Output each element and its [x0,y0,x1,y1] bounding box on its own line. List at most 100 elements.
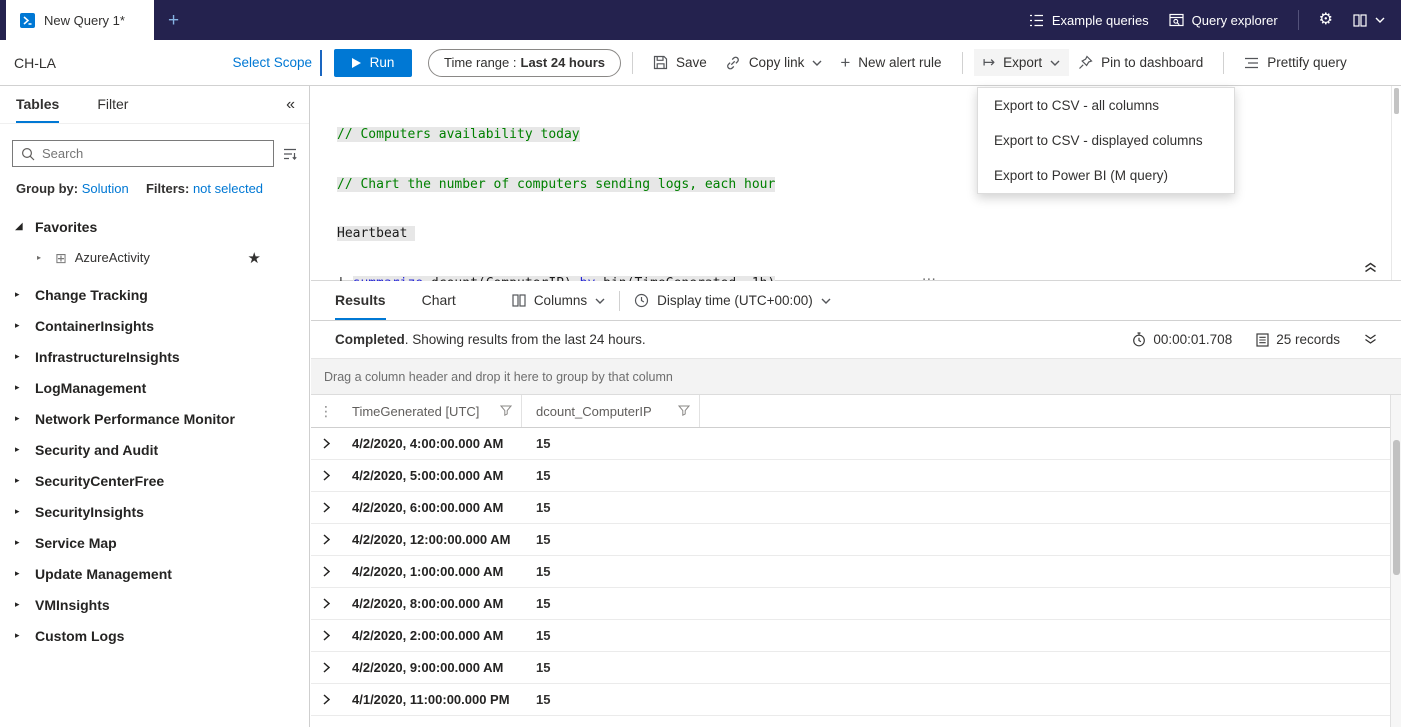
group-by-value-link[interactable]: Solution [82,181,129,196]
prettify-query-button[interactable]: Prettify query [1235,49,1356,76]
expand-row-icon[interactable] [323,566,330,577]
filter-funnel-icon[interactable] [500,404,512,419]
pin-to-dashboard-button[interactable]: Pin to dashboard [1069,49,1212,76]
select-scope-link[interactable]: Select Scope [232,55,312,70]
tree-item-group[interactable]: ▸InfrastructureInsights [0,341,309,372]
query-explorer-icon [1169,13,1184,27]
expand-row-icon[interactable] [323,534,330,545]
caret-collapsed-icon: ▸ [15,630,25,641]
tree-item-group[interactable]: ▸ContainerInsights [0,310,309,341]
caret-collapsed-icon: ▸ [15,351,25,362]
collapse-editor-icon[interactable] [1364,262,1377,273]
menu-item-export-csv-displayed[interactable]: Export to CSV - displayed columns [978,123,1234,158]
tree-item-group[interactable]: ▸Security and Audit [0,434,309,465]
collapse-sidebar-icon[interactable]: « [286,86,295,123]
export-button[interactable]: ↦ Export [974,49,1070,76]
copy-link-button[interactable]: Copy link [716,49,832,77]
columns-button[interactable]: Columns [512,281,605,320]
expand-row-icon[interactable] [323,470,330,481]
query-explorer-button[interactable]: Query explorer [1169,13,1278,28]
table-row[interactable]: 4/2/2020, 4:00:00.000 AM 15 [311,428,1390,460]
expand-row-icon[interactable] [323,662,330,673]
layout-columns-button[interactable] [1353,14,1385,27]
tab-chart[interactable]: Chart [422,281,456,320]
top-tab-bar: New Query 1* + Example queries Query exp… [0,0,1401,40]
tree-item-azureactivity[interactable]: ▸ ⊞ AzureActivity ★ [0,242,309,273]
filters-label: Filters: [146,181,189,196]
expand-row-icon[interactable] [323,438,330,449]
tree-item-group[interactable]: ▸Change Tracking [0,279,309,310]
filter-funnel-icon[interactable] [678,404,690,419]
tree-item-group[interactable]: ▸VMInsights [0,589,309,620]
save-label: Save [676,55,707,70]
expand-row-icon[interactable] [323,598,330,609]
scrollbar-thumb[interactable] [1393,440,1400,575]
splitter-handle[interactable]: … [921,267,938,284]
tab-tables[interactable]: Tables [16,86,59,123]
tree-item-favorites[interactable]: ◢ Favorites [0,211,309,242]
time-range-button[interactable]: Time range : Last 24 hours [428,49,621,77]
record-count: 25 records [1256,332,1340,347]
prettify-label: Prettify query [1267,55,1347,70]
status-message: . Showing results from the last 24 hours… [405,332,646,347]
group-by-row: Group by: Solution Filters: not selected [16,181,293,199]
tab-results[interactable]: Results [335,281,386,320]
menu-item-export-csv-all[interactable]: Export to CSV - all columns [978,88,1234,123]
tree-item-group[interactable]: ▸LogManagement [0,372,309,403]
expand-row-icon[interactable] [323,630,330,641]
table-row[interactable]: 4/2/2020, 2:00:00.000 AM 15 [311,620,1390,652]
caret-collapsed-icon: ▸ [15,506,25,517]
table-row[interactable]: 4/2/2020, 8:00:00.000 AM 15 [311,588,1390,620]
query-icon [20,13,35,28]
table-row[interactable]: 4/2/2020, 6:00:00.000 AM 15 [311,492,1390,524]
expand-row-icon[interactable] [323,502,330,513]
query-editor[interactable]: // Computers availability today // Chart… [311,86,1401,281]
tree-item-group[interactable]: ▸Update Management [0,558,309,589]
search-box[interactable] [12,140,274,167]
sort-filter-icon[interactable] [283,148,297,160]
search-input[interactable] [42,146,265,161]
save-button[interactable]: Save [644,49,716,76]
table-row[interactable]: 4/2/2020, 1:00:00.000 AM 15 [311,556,1390,588]
display-time-button[interactable]: Display time (UTC+00:00) [634,281,831,320]
example-queries-button[interactable]: Example queries [1029,13,1149,28]
tree-item-group[interactable]: ▸Network Performance Monitor [0,403,309,434]
tree-item-group[interactable]: ▸Service Map [0,527,309,558]
command-toolbar: CH-LA Select Scope Run Time range : Last… [0,40,1401,86]
caret-expanded-icon: ◢ [15,221,25,232]
run-button[interactable]: Run [334,49,412,77]
column-header-timegenerated[interactable]: TimeGenerated [UTC] [341,395,522,427]
status-bar: Completed. Showing results from the last… [311,321,1401,359]
settings-gear-icon[interactable]: ⚙ [1319,12,1333,28]
table-row[interactable]: 4/1/2020, 11:00:00.000 PM 15 [311,684,1390,716]
chevron-down-icon [595,298,605,304]
table-row[interactable]: 4/2/2020, 9:00:00.000 AM 15 [311,652,1390,684]
new-alert-rule-button[interactable]: + New alert rule [831,48,950,77]
column-header-dcount[interactable]: dcount_ComputerIP [522,395,700,427]
new-tab-button[interactable]: + [168,11,179,30]
table-row[interactable]: 4/2/2020, 5:00:00.000 AM 15 [311,460,1390,492]
drag-handle-icon[interactable]: ⋮ [319,403,333,420]
editor-scrollbar[interactable] [1391,86,1401,280]
tree-item-group[interactable]: ▸SecurityCenterFree [0,465,309,496]
results-scrollbar[interactable] [1390,395,1401,727]
menu-item-export-powerbi[interactable]: Export to Power BI (M query) [978,158,1234,193]
expand-results-meta-icon[interactable] [1364,332,1377,347]
new-alert-rule-label: New alert rule [858,55,941,70]
scrollbar-thumb[interactable] [1394,88,1399,114]
caret-collapsed-icon: ▸ [15,568,25,579]
tree-item-group[interactable]: ▸SecurityInsights [0,496,309,527]
expand-row-icon[interactable] [323,694,330,705]
toolbar-separator [1223,52,1224,74]
group-by-drop-zone[interactable]: Drag a column header and drop it here to… [311,359,1401,395]
favorite-star-icon[interactable]: ★ [248,249,261,267]
tab-filter[interactable]: Filter [97,86,128,123]
query-tab[interactable]: New Query 1* [6,0,154,40]
filters-value-link[interactable]: not selected [193,181,263,196]
caret-collapsed-icon: ▸ [15,320,25,331]
example-queries-icon [1029,14,1044,27]
table-row[interactable]: 4/2/2020, 12:00:00.000 AM 15 [311,524,1390,556]
tables-tree: ◢ Favorites ▸ ⊞ AzureActivity ★ ▸Change … [0,211,309,651]
tree-item-group[interactable]: ▸Custom Logs [0,620,309,651]
group-by-hint: Drag a column header and drop it here to… [324,370,673,384]
